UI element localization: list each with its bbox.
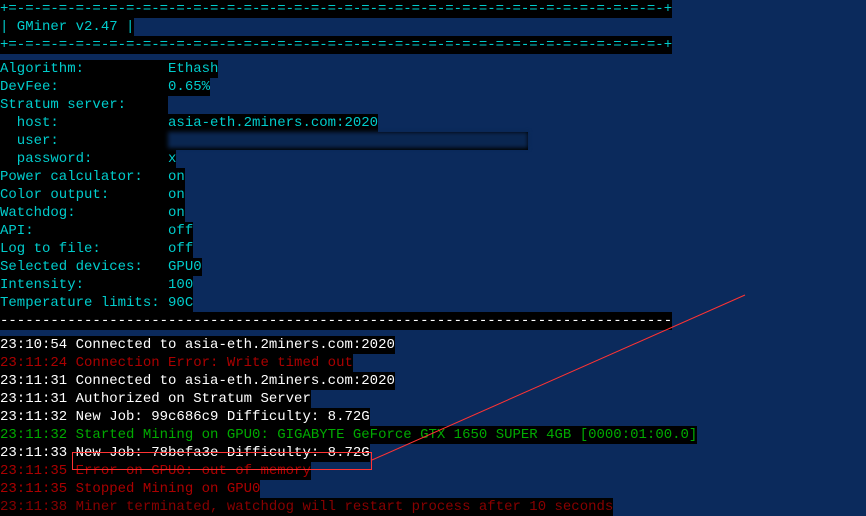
header-border-top: +=-=-=-=-=-=-=-=-=-=-=-=-=-=-=-=-=-=-=-=… <box>0 0 672 18</box>
config-value: GPU0 <box>168 259 202 275</box>
log-message: Stopped Mining on GPU0 <box>67 481 260 497</box>
config-row: Stratum server: <box>0 96 168 114</box>
config-row: host: asia-eth.2miners.com:2020 <box>0 114 378 132</box>
config-label: API: <box>0 223 168 239</box>
config-value: 0.65% <box>168 79 210 95</box>
config-label: Algorithm: <box>0 61 168 77</box>
log-line: 23:11:38 Miner terminated, watchdog will… <box>0 498 613 516</box>
log-message: Miner terminated, watchdog will restart … <box>67 499 613 515</box>
config-label: Watchdog: <box>0 205 168 221</box>
log-line: 23:11:32 Started Mining on GPU0: GIGABYT… <box>0 426 697 444</box>
config-label: Intensity: <box>0 277 168 293</box>
config-label: Selected devices: <box>0 259 168 275</box>
header-title: | GMiner v2.47 | <box>0 18 134 36</box>
log-line: 23:11:33 New Job: 78befa3e Difficulty: 8… <box>0 444 370 462</box>
log-line: 23:11:24 Connection Error: Write timed o… <box>0 354 353 372</box>
config-row: API: off <box>0 222 193 240</box>
config-value: on <box>168 205 185 221</box>
config-row: Log to file: off <box>0 240 193 258</box>
header-border-bottom: +=-=-=-=-=-=-=-=-=-=-=-=-=-=-=-=-=-=-=-=… <box>0 36 672 54</box>
config-label: DevFee: <box>0 79 168 95</box>
log-timestamp: 23:11:32 <box>0 409 67 425</box>
log-timestamp: 23:11:38 <box>0 499 67 515</box>
config-row: Temperature limits: 90C <box>0 294 193 312</box>
log-message: New Job: 99c686c9 Difficulty: 8.72G <box>67 409 369 425</box>
log-message: Connected to asia-eth.2miners.com:2020 <box>67 337 395 353</box>
log-message: Started Mining on GPU0: GIGABYTE GeForce… <box>67 427 697 443</box>
config-row: Watchdog: on <box>0 204 185 222</box>
config-row: Selected devices: GPU0 <box>0 258 202 276</box>
log-message: New Job: 78befa3e Difficulty: 8.72G <box>67 445 369 461</box>
log-timestamp: 23:11:31 <box>0 391 67 407</box>
config-row: user: <box>0 132 528 150</box>
log-line: 23:11:35 Error on GPU0: out of memory <box>0 462 311 480</box>
log-timestamp: 23:11:32 <box>0 427 67 443</box>
config-row: Algorithm: Ethash <box>0 60 218 78</box>
log-message: Authorized on Stratum Server <box>67 391 311 407</box>
separator-line: ----------------------------------------… <box>0 312 672 330</box>
config-row: Power calculator: on <box>0 168 185 186</box>
config-value: off <box>168 223 193 239</box>
config-value: asia-eth.2miners.com:2020 <box>168 115 378 131</box>
config-value: 100 <box>168 277 193 293</box>
log-block: 23:10:54 Connected to asia-eth.2miners.c… <box>0 336 866 516</box>
config-label: Stratum server: <box>0 97 168 113</box>
config-label: Temperature limits: <box>0 295 168 311</box>
config-value: x <box>168 151 176 167</box>
config-label: password: <box>0 151 168 167</box>
terminal-window: +=-=-=-=-=-=-=-=-=-=-=-=-=-=-=-=-=-=-=-=… <box>0 0 866 516</box>
log-message: Error on GPU0: out of memory <box>67 463 311 479</box>
config-label: Power calculator: <box>0 169 168 185</box>
log-message: Connection Error: Write timed out <box>67 355 353 371</box>
config-value: on <box>168 169 185 185</box>
log-timestamp: 23:11:24 <box>0 355 67 371</box>
log-timestamp: 23:11:35 <box>0 481 67 497</box>
config-label: user: <box>0 133 168 149</box>
config-block: Algorithm: EthashDevFee: 0.65%Stratum se… <box>0 60 866 312</box>
config-value: Ethash <box>168 61 218 77</box>
log-line: 23:11:32 New Job: 99c686c9 Difficulty: 8… <box>0 408 370 426</box>
log-line: 23:10:54 Connected to asia-eth.2miners.c… <box>0 336 395 354</box>
config-row: DevFee: 0.65% <box>0 78 210 96</box>
config-row: password: x <box>0 150 176 168</box>
log-line: 23:11:31 Connected to asia-eth.2miners.c… <box>0 372 395 390</box>
log-line: 23:11:35 Stopped Mining on GPU0 <box>0 480 260 498</box>
log-line: 23:11:31 Authorized on Stratum Server <box>0 390 311 408</box>
log-timestamp: 23:10:54 <box>0 337 67 353</box>
log-message: Connected to asia-eth.2miners.com:2020 <box>67 373 395 389</box>
config-label: host: <box>0 115 168 131</box>
config-label: Log to file: <box>0 241 168 257</box>
config-value: 90C <box>168 295 193 311</box>
log-timestamp: 23:11:33 <box>0 445 67 461</box>
log-timestamp: 23:11:31 <box>0 373 67 389</box>
log-timestamp: 23:11:35 <box>0 463 67 479</box>
config-row: Intensity: 100 <box>0 276 193 294</box>
config-value: on <box>168 187 185 203</box>
redacted-value <box>168 132 528 148</box>
config-value: off <box>168 241 193 257</box>
config-label: Color output: <box>0 187 168 203</box>
config-row: Color output: on <box>0 186 185 204</box>
